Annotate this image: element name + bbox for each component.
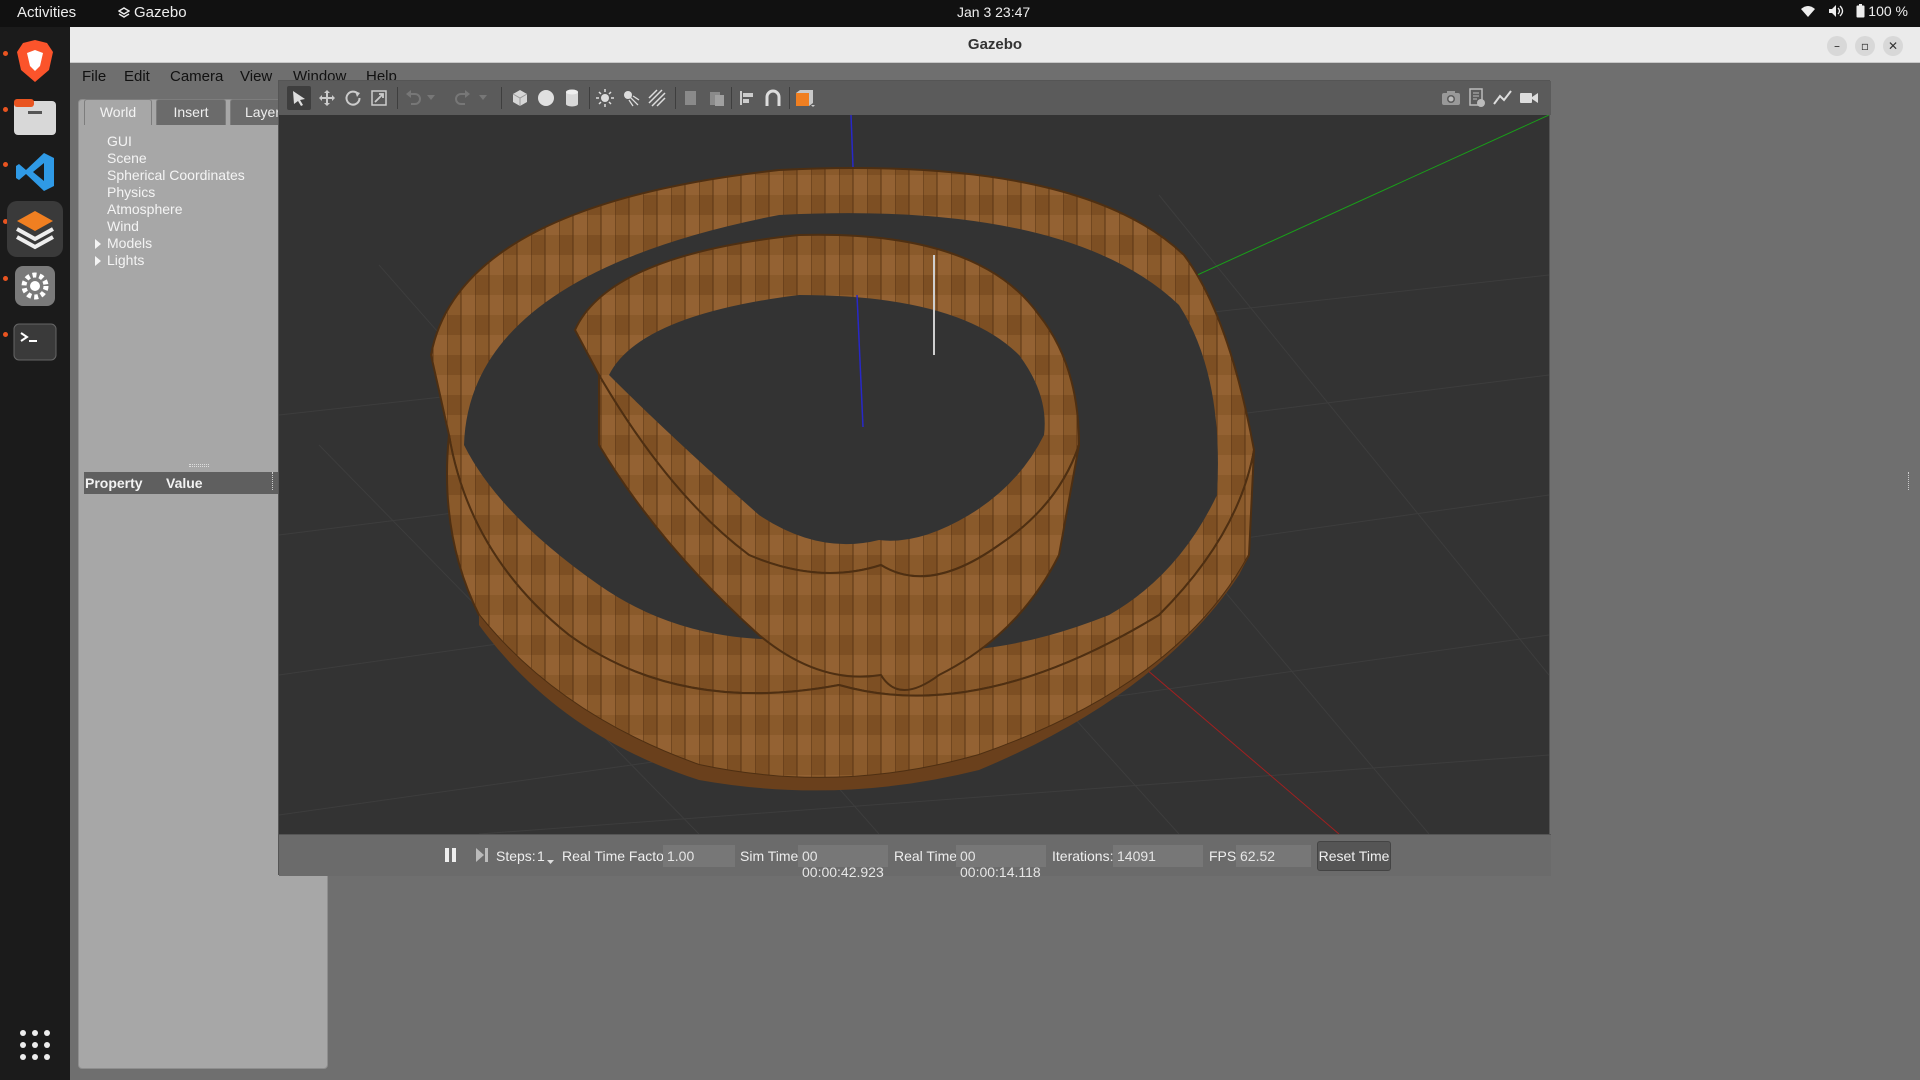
plot-icon[interactable] [1491,86,1515,110]
right-panel-resize-handle[interactable] [1908,472,1910,490]
sphere-icon[interactable] [534,86,558,110]
spot-light-icon[interactable] [619,86,643,110]
toolbar-separator [789,87,790,109]
tree-item-atmosphere[interactable]: Atmosphere [107,201,245,218]
battery-percent: 100 % [1868,3,1908,19]
translate-icon[interactable] [315,86,339,110]
battery-icon [1856,4,1865,18]
steps-spinbox[interactable]: 1 [537,848,545,864]
snap-icon[interactable] [761,86,785,110]
viewport-toolbar [279,81,1551,115]
menu-view[interactable]: View [240,68,272,85]
steps-dropdown-icon[interactable] [547,852,554,868]
tab-world[interactable]: World [84,99,152,125]
scene-canvas[interactable] [279,115,1549,834]
show-apps-icon[interactable] [7,1017,63,1073]
simulation-control-bar: Steps: 1 Real Time Factor: 1.00 Sim Time… [279,834,1551,880]
expand-arrow-icon[interactable] [95,239,101,249]
vscode-icon[interactable] [7,144,63,200]
app-name-label: Gazebo [134,4,187,21]
property-column-header: Property [85,475,143,491]
redo-icon[interactable] [451,86,475,110]
app-menu[interactable]: Gazebo [117,4,187,21]
paste-icon[interactable] [705,86,729,110]
rotate-icon[interactable] [341,86,365,110]
tree-item-gui[interactable]: GUI [107,133,245,150]
screenshot-icon[interactable] [1439,86,1463,110]
gazebo-small-icon [117,7,131,18]
cylinder-icon[interactable] [560,86,584,110]
log-icon[interactable] [1465,86,1489,110]
point-light-icon[interactable] [593,86,617,110]
expand-arrow-icon[interactable] [95,256,101,266]
tree-item-wind[interactable]: Wind [107,218,245,235]
settings-icon[interactable] [7,258,63,314]
copy-icon[interactable] [679,86,703,110]
real-time-label: Real Time: [894,848,961,864]
menu-edit[interactable]: Edit [124,68,150,85]
tab-insert[interactable]: Insert [156,99,226,125]
brave-browser-icon[interactable] [7,33,63,89]
toolbar-separator [589,87,590,109]
select-arrow-icon[interactable] [287,86,311,110]
tree-item-spherical-coordinates[interactable]: Spherical Coordinates [107,167,245,184]
sim-time-value: 00 00:00:42.923 [798,845,888,880]
3d-viewport[interactable]: Steps: 1 Real Time Factor: 1.00 Sim Time… [278,80,1551,880]
maximize-button[interactable]: ▫ [1855,36,1875,56]
real-time-value: 00 00:00:14.118 [956,845,1046,880]
volume-icon [1829,5,1844,17]
real-time-factor-value: 1.00 [663,845,735,867]
dock [0,27,70,1080]
steps-label: Steps: [496,848,536,864]
iterations-label: Iterations: [1052,848,1114,864]
gazebo-window: Gazebo – ▫ ✕ File Edit Camera View Windo… [70,27,1920,1080]
redo-dropdown-icon[interactable] [477,86,489,110]
toolbar-separator [675,87,676,109]
reset-time-button[interactable]: Reset Time [1317,841,1391,871]
iterations-value: 14091 [1113,845,1203,867]
world-tree: GUI Scene Spherical Coordinates Physics … [95,133,245,269]
tree-item-lights[interactable]: Lights [95,252,245,269]
tree-item-models[interactable]: Models [95,235,245,252]
view-angle-icon[interactable] [793,86,817,110]
window-titlebar[interactable]: Gazebo – ▫ ✕ [70,27,1920,63]
clock[interactable]: Jan 3 23:47 [957,4,1030,20]
sim-time-label: Sim Time: [740,848,803,864]
align-icon[interactable] [735,86,759,110]
value-column-header: Value [166,475,203,491]
gazebo-icon[interactable] [7,201,63,257]
video-record-icon[interactable] [1517,86,1541,110]
menu-camera[interactable]: Camera [170,68,223,85]
box-icon[interactable] [508,86,532,110]
tree-item-label: Lights [107,252,145,268]
pause-icon[interactable] [444,847,458,866]
tree-item-label: Models [107,235,153,251]
battery-indicator: 100 % [1856,3,1908,19]
activities-button[interactable]: Activities [17,4,76,21]
terminal-icon[interactable] [7,314,63,370]
toolbar-separator [501,87,502,109]
system-top-bar: Activities Gazebo Jan 3 23:47 100 % [0,0,1920,27]
panel-splitter[interactable] [189,464,209,467]
menu-file[interactable]: File [82,68,106,85]
close-button[interactable]: ✕ [1883,36,1903,56]
scale-icon[interactable] [367,86,391,110]
tree-item-physics[interactable]: Physics [107,184,245,201]
left-panel-resize-handle[interactable] [272,472,274,490]
fps-value: 62.52 [1236,845,1311,867]
undo-dropdown-icon[interactable] [425,86,437,110]
toolbar-separator [731,87,732,109]
undo-icon[interactable] [401,86,425,110]
toolbar-separator [397,87,398,109]
directional-light-icon[interactable] [645,86,669,110]
wifi-icon [1801,6,1816,17]
window-title: Gazebo [967,36,1023,53]
system-tray[interactable]: 100 % [1800,3,1908,19]
files-icon[interactable] [7,89,63,145]
minimize-button[interactable]: – [1827,36,1847,56]
real-time-factor-label: Real Time Factor: [562,848,673,864]
tree-item-scene[interactable]: Scene [107,150,245,167]
step-icon[interactable] [475,847,489,866]
